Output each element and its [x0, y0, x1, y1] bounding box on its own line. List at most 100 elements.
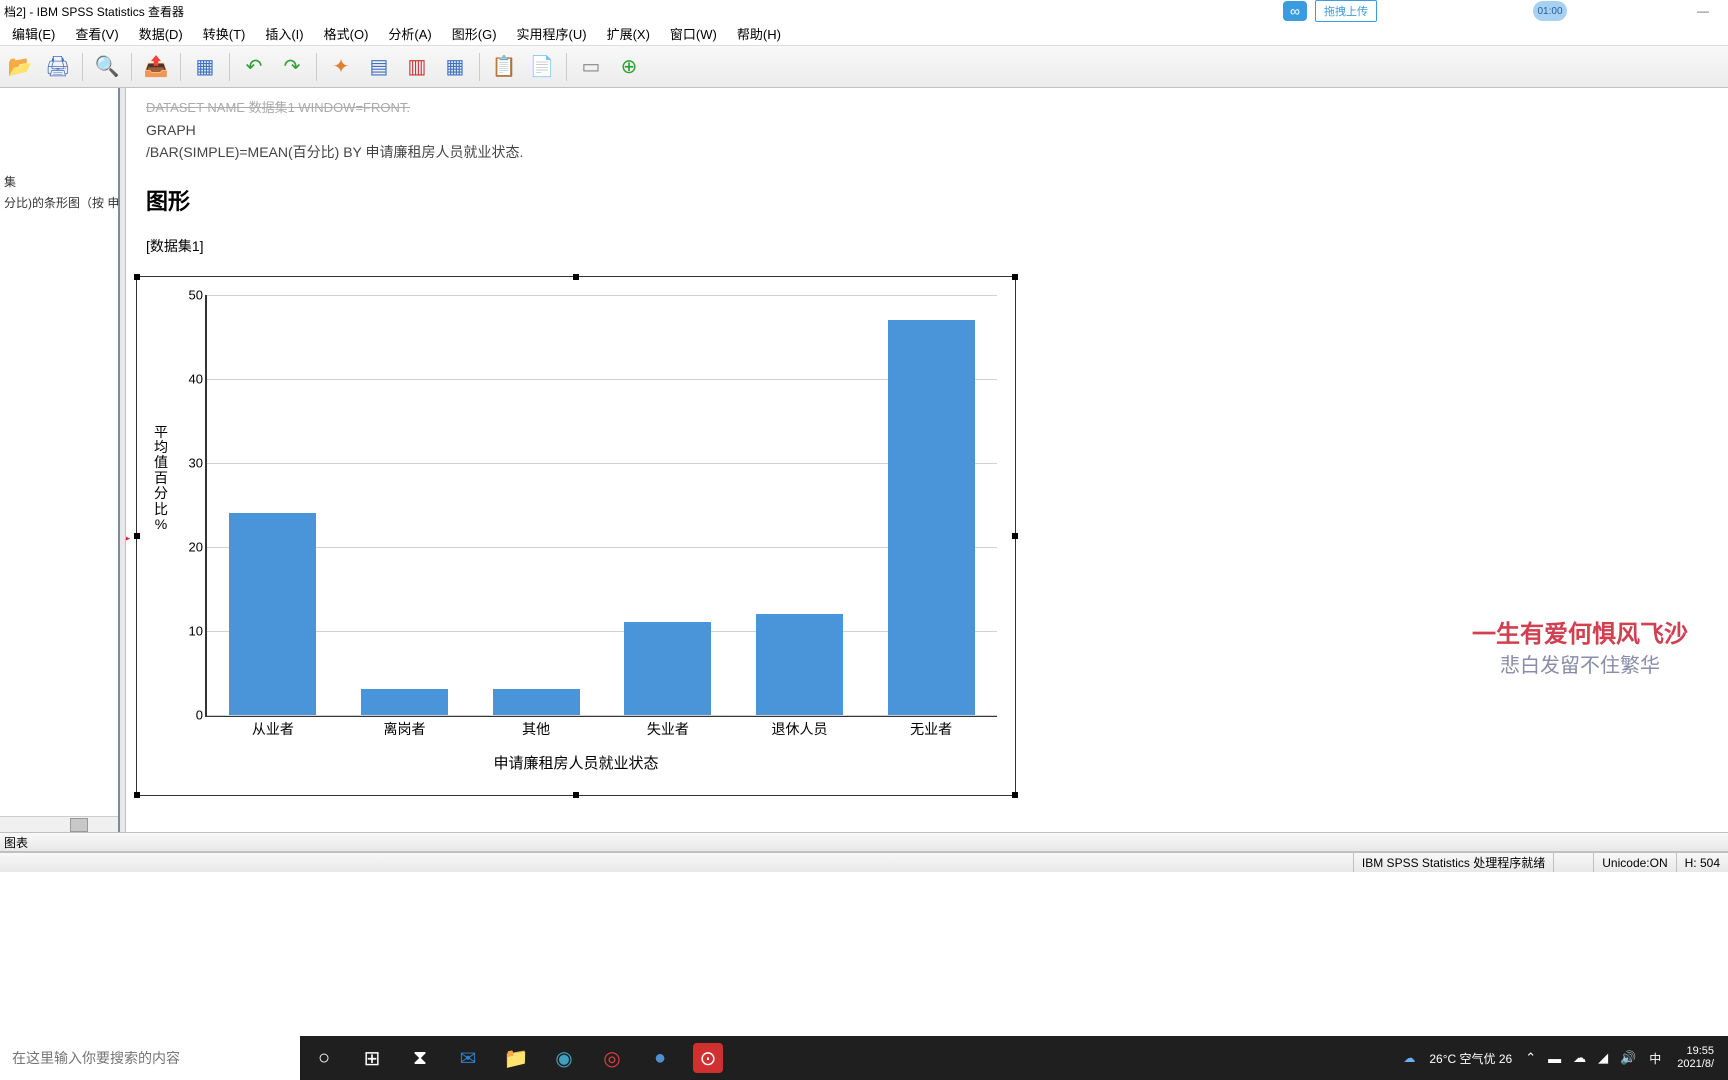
- current-output-arrow-icon: ➤: [126, 530, 131, 547]
- select-last-icon[interactable]: ✦: [325, 51, 357, 83]
- minimize-button[interactable]: —: [1683, 1, 1723, 21]
- export-icon[interactable]: 📤: [140, 51, 172, 83]
- app-icon[interactable]: ●: [636, 1036, 684, 1080]
- menu-extensions[interactable]: 扩展(X): [597, 22, 660, 45]
- x-tick-label: 从业者: [252, 719, 294, 739]
- weather-text[interactable]: 26°C 空气优 26: [1425, 1050, 1516, 1067]
- app-icon[interactable]: ◎: [588, 1036, 636, 1080]
- outline-pane: 集 分比)的条形图（按 申请: [0, 88, 120, 832]
- status-unicode: Unicode:ON: [1593, 853, 1675, 872]
- selection-handle[interactable]: [134, 792, 140, 798]
- bar: [229, 513, 316, 715]
- syntax-block: DATASET NAME 数据集1 WINDOW=FRONT. GRAPH /B…: [146, 98, 1708, 164]
- menu-help[interactable]: 帮助(H): [727, 22, 791, 45]
- upload-button[interactable]: 拖拽上传: [1315, 0, 1377, 22]
- dim1-icon[interactable]: ▭: [575, 51, 607, 83]
- explorer-icon[interactable]: 📁: [492, 1036, 540, 1080]
- selection-handle[interactable]: [1012, 274, 1018, 280]
- section-title: 图形: [146, 184, 1708, 216]
- open-icon[interactable]: 📂: [4, 51, 36, 83]
- bar: [888, 320, 975, 715]
- y-tick: 40: [177, 371, 203, 386]
- menu-utilities[interactable]: 实用程序(U): [507, 22, 597, 45]
- menu-graph[interactable]: 图形(G): [442, 22, 507, 45]
- network-icon[interactable]: ◢: [1595, 1050, 1611, 1066]
- netease-icon[interactable]: ⊙: [693, 1043, 723, 1073]
- selection-handle[interactable]: [134, 274, 140, 280]
- plot-area: 01020304050从业者离岗者其他失业者退休人员无业者: [205, 295, 997, 717]
- taskbar-search-input[interactable]: [0, 1036, 300, 1080]
- selection-handle[interactable]: [134, 533, 140, 539]
- status-processor: IBM SPSS Statistics 处理程序就绪: [1353, 853, 1553, 872]
- syntax-line: GRAPH: [146, 119, 1708, 141]
- status-height: H: 504: [1676, 853, 1728, 872]
- y-axis-label: 平均值百分比%: [153, 425, 169, 533]
- redo-icon[interactable]: ↷: [276, 51, 308, 83]
- volume-icon[interactable]: 🔊: [1617, 1050, 1639, 1066]
- mail-icon[interactable]: ✉: [444, 1036, 492, 1080]
- x-axis-label: 申请廉租房人员就业状态: [145, 752, 1007, 773]
- outline-item[interactable]: 集: [2, 172, 116, 191]
- ime-indicator[interactable]: 中: [1645, 1050, 1665, 1067]
- timer-badge[interactable]: 01:00: [1533, 1, 1567, 21]
- chart-container[interactable]: ➤ 平均值百分比% 01020304050从业者离岗者其他失业者退休人员无业者 …: [136, 276, 1016, 796]
- goto-case-icon[interactable]: ▤: [363, 51, 395, 83]
- edge-icon[interactable]: ◉: [540, 1036, 588, 1080]
- windows-taskbar: ○ ⊞ ⧗ ✉ 📁 ◉ ◎ ● ⊙ ☁ 26°C 空气优 26 ⌃ ▬ ☁ ◢ …: [0, 1036, 1728, 1080]
- selection-handle[interactable]: [1012, 533, 1018, 539]
- outline-bar-text: 图表: [4, 834, 28, 851]
- battery-icon[interactable]: ▬: [1545, 1051, 1564, 1066]
- selection-handle[interactable]: [573, 792, 579, 798]
- y-tick: 0: [177, 707, 203, 722]
- bar: [624, 622, 711, 714]
- menu-bar: 编辑(E) 查看(V) 数据(D) 转换(T) 插入(I) 格式(O) 分析(A…: [0, 22, 1728, 46]
- x-tick-label: 退休人员: [772, 719, 828, 739]
- outline-scrollbar[interactable]: [0, 816, 118, 832]
- outline-label-bar: 图表: [0, 832, 1728, 852]
- preview-icon[interactable]: 🔍: [91, 51, 123, 83]
- y-tick: 10: [177, 623, 203, 638]
- system-tray: ☁ 26°C 空气优 26 ⌃ ▬ ☁ ◢ 🔊 中 19:55 2021/8/: [1403, 1045, 1728, 1071]
- selection-handle[interactable]: [1012, 792, 1018, 798]
- menu-analyze[interactable]: 分析(A): [378, 22, 441, 45]
- syntax-line: /BAR(SIMPLE)=MEAN(百分比) BY 申请廉租房人员就业状态.: [146, 141, 1708, 163]
- syntax-line: DATASET NAME 数据集1 WINDOW=FRONT.: [146, 98, 1708, 119]
- cloud-icon[interactable]: ∞: [1283, 1, 1307, 21]
- run-icon[interactable]: 📄: [526, 51, 558, 83]
- bar: [756, 614, 843, 715]
- variables-icon[interactable]: ▥: [401, 51, 433, 83]
- add-icon[interactable]: ⊕: [613, 51, 645, 83]
- cloud-tray-icon[interactable]: ☁: [1570, 1050, 1589, 1066]
- menu-view[interactable]: 查看(V): [65, 22, 128, 45]
- status-bar: IBM SPSS Statistics 处理程序就绪 Unicode:ON H:…: [0, 852, 1728, 872]
- undo-icon[interactable]: ↶: [238, 51, 270, 83]
- menu-window[interactable]: 窗口(W): [660, 22, 727, 45]
- y-tick: 20: [177, 539, 203, 554]
- app-store-icon[interactable]: ⧗: [396, 1036, 444, 1080]
- print-icon[interactable]: 🖨: [42, 51, 74, 83]
- outline-item[interactable]: 分比)的条形图（按 申请: [2, 193, 116, 212]
- content-pane: DATASET NAME 数据集1 WINDOW=FRONT. GRAPH /B…: [126, 88, 1728, 832]
- toolbar: 📂 🖨 🔍 📤 ▦ ↶ ↷ ✦ ▤ ▥ ▦ 📋 📄 ▭ ⊕: [0, 46, 1728, 88]
- clock[interactable]: 19:55 2021/8/: [1671, 1045, 1720, 1071]
- select-cases-icon[interactable]: ▦: [439, 51, 471, 83]
- menu-data[interactable]: 数据(D): [129, 22, 193, 45]
- task-view-icon[interactable]: ⊞: [348, 1036, 396, 1080]
- x-tick-label: 失业者: [647, 719, 689, 739]
- bar: [361, 689, 448, 714]
- menu-transform[interactable]: 转换(T): [193, 22, 256, 45]
- chevron-up-icon[interactable]: ⌃: [1522, 1050, 1539, 1066]
- menu-edit[interactable]: 编辑(E): [2, 22, 65, 45]
- goto-data-icon[interactable]: ▦: [189, 51, 221, 83]
- cortana-icon[interactable]: ○: [300, 1036, 348, 1080]
- menu-insert[interactable]: 插入(I): [255, 22, 313, 45]
- bar: [493, 689, 580, 714]
- x-tick-label: 其他: [522, 719, 550, 739]
- y-tick: 50: [177, 287, 203, 302]
- title-bar: 档2] - IBM SPSS Statistics 查看器 ∞ 拖拽上传 01:…: [0, 0, 1728, 22]
- weather-icon[interactable]: ☁: [1403, 1051, 1415, 1065]
- designate-icon[interactable]: 📋: [488, 51, 520, 83]
- window-title: 档2] - IBM SPSS Statistics 查看器: [4, 3, 184, 20]
- selection-handle[interactable]: [573, 274, 579, 280]
- menu-format[interactable]: 格式(O): [314, 22, 379, 45]
